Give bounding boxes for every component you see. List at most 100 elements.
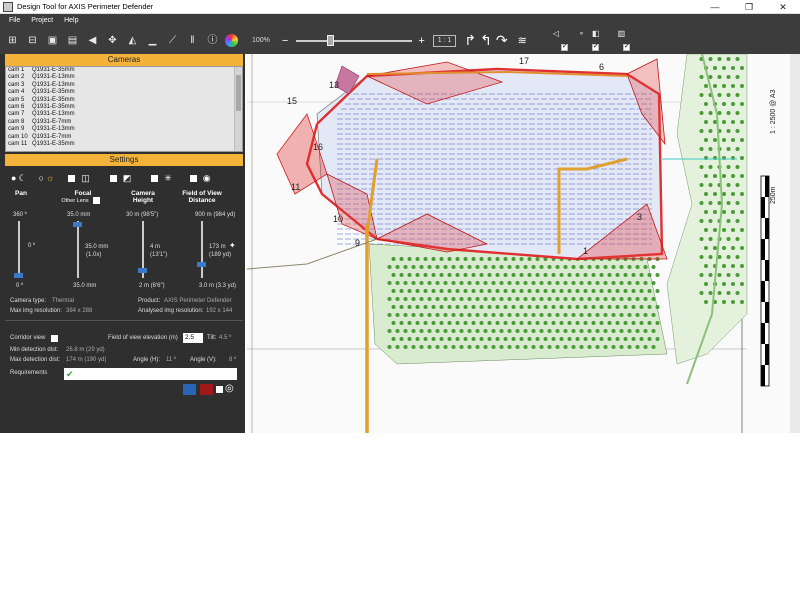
tree <box>547 297 552 301</box>
tree <box>735 129 740 133</box>
camera-list-item[interactable]: cam 5 Q1931-E-35mm <box>6 97 242 104</box>
camera-list-item[interactable]: cam 11 Q1931-E-35mm <box>6 141 242 148</box>
requirements-field[interactable] <box>64 368 237 380</box>
thermal-mode-radio[interactable]: ○ <box>39 173 44 183</box>
draw-area-icon[interactable]: ◭ <box>125 34 140 48</box>
parameter-headers: Pan Focal Other Lens Camera Height Field… <box>5 190 243 210</box>
color-visible-checkbox[interactable] <box>216 386 223 393</box>
other-lens-checkbox[interactable] <box>93 197 100 204</box>
camera-list-scroll-thumb[interactable] <box>236 75 241 111</box>
view-checkbox[interactable] <box>189 174 197 182</box>
camera-list-item[interactable]: cam 8 Q1931-E-7mm <box>6 119 242 126</box>
tree <box>699 237 704 241</box>
actual-size-button[interactable]: 1 : 1 <box>432 34 457 47</box>
camera-list-scrollbar[interactable] <box>234 67 242 151</box>
red-color-swatch[interactable] <box>200 384 213 395</box>
move-icon[interactable]: ✥ <box>105 34 120 48</box>
tree <box>443 265 448 269</box>
tree <box>655 273 660 277</box>
tree <box>607 273 612 277</box>
sensor-checkbox[interactable] <box>109 174 117 182</box>
day-mode-radio[interactable]: ● <box>11 173 16 183</box>
map-scrollbar[interactable] <box>790 54 800 433</box>
camera-direction-icon[interactable]: ◀ <box>85 34 100 48</box>
camera-list-item[interactable]: cam 6 Q1931-E-35mm <box>6 104 242 111</box>
measure-icon[interactable]: ▁ <box>145 34 160 48</box>
show-cones-checkbox[interactable] <box>560 42 568 51</box>
tree <box>579 297 584 301</box>
fov-elevation-input[interactable] <box>183 333 203 343</box>
tree <box>611 345 616 349</box>
minimize-button[interactable]: — <box>698 0 732 14</box>
tree <box>619 265 624 269</box>
camera-list-item[interactable]: cam 10 Q1931-E-7mm <box>6 134 242 141</box>
tree <box>731 210 735 214</box>
pin-icon[interactable]: ǁ <box>185 34 200 48</box>
restore-button[interactable]: ❐ <box>732 0 766 14</box>
eye-icon[interactable]: ◎ <box>225 383 234 394</box>
camera-list-item[interactable]: cam 1 Q1931-E-35mm <box>6 67 242 74</box>
focal-value: 35.0 mm <box>85 244 109 250</box>
rotate-left-icon[interactable]: ↰ <box>480 32 492 49</box>
tree <box>591 273 596 277</box>
info-icon[interactable]: ⓘ <box>205 34 220 48</box>
rotate-right-icon[interactable]: ↱ <box>464 32 476 49</box>
requirements-label: Requirements <box>10 370 48 376</box>
tree <box>395 297 400 301</box>
pan-slider-thumb[interactable] <box>14 273 23 278</box>
tree <box>459 329 464 333</box>
ruler-icon[interactable]: ⟋ <box>165 34 180 48</box>
camera-list-item[interactable]: cam 4 Q1931-E-35mm <box>6 89 242 96</box>
focal-slider[interactable] <box>77 221 79 278</box>
pin-fov-icon[interactable]: ✦ <box>229 241 236 250</box>
tree <box>623 305 628 309</box>
tree <box>722 282 726 286</box>
map-layers-icon[interactable]: ▤ <box>65 34 80 48</box>
tree <box>479 257 484 261</box>
scale-segment <box>761 323 765 344</box>
zoom-out-button[interactable]: − <box>282 35 288 47</box>
zoom-in-button[interactable]: + <box>418 35 424 47</box>
camera-name: cam 10 <box>8 133 28 140</box>
menu-file[interactable]: File <box>9 17 20 24</box>
map-canvas[interactable]: 13 15 16 17 6 11 10 9 3 1 250m 1 : 2500 … <box>247 54 800 433</box>
ir-checkbox[interactable] <box>68 174 76 182</box>
tree <box>611 281 616 285</box>
camera-list-item[interactable]: cam 7 Q1931-E-13mm <box>6 111 242 118</box>
tree <box>735 147 740 151</box>
tree <box>643 265 648 269</box>
tree <box>495 321 500 325</box>
show-speakers-checkbox[interactable] <box>591 42 599 51</box>
pan-slider[interactable] <box>18 221 20 278</box>
tree <box>499 313 504 317</box>
fov-slider-thumb[interactable] <box>197 262 206 267</box>
import-map-icon[interactable]: ▣ <box>45 34 60 48</box>
add-camera-icon[interactable]: ⊞ <box>5 34 20 48</box>
max-detection-value: 174 m (190 yd) <box>66 357 107 363</box>
close-button[interactable]: ✕ <box>766 0 800 14</box>
tree <box>395 313 400 317</box>
corridor-view-checkbox[interactable] <box>51 335 58 342</box>
blue-color-swatch[interactable] <box>183 384 196 395</box>
color-wheel-icon[interactable] <box>225 34 238 47</box>
height-slider-thumb[interactable] <box>138 268 147 273</box>
layers-icon[interactable]: ≋ <box>518 34 527 47</box>
redo-icon[interactable]: ↷ <box>496 32 508 49</box>
tree <box>735 219 740 223</box>
fov-slider[interactable] <box>201 221 203 278</box>
zoom-slider[interactable] <box>296 34 413 46</box>
camera-list-item[interactable]: cam 2 Q1931-E-13mm <box>6 74 242 81</box>
camera-list-item[interactable]: cam 9 Q1931-E-13mm <box>6 126 242 133</box>
camera-list[interactable]: cam 1 Q1931-E-35mm cam 2 Q1931-E-13mm cam 3 Q… <box>5 66 243 152</box>
tree <box>563 297 568 301</box>
show-buildings-checkbox[interactable] <box>622 42 630 51</box>
camera-model: Q1931-E-35mm <box>32 67 75 73</box>
focal-slider-thumb[interactable] <box>73 222 82 227</box>
lighting-checkbox[interactable] <box>151 174 159 182</box>
zoom-slider-thumb[interactable] <box>326 34 334 46</box>
tree <box>499 345 504 349</box>
menu-help[interactable]: Help <box>64 17 78 24</box>
camera-list-item[interactable]: cam 3 Q1931-E-13mm <box>6 82 242 89</box>
camera-settings-icon[interactable]: ⊟ <box>25 34 40 48</box>
menu-project[interactable]: Project <box>31 17 53 24</box>
